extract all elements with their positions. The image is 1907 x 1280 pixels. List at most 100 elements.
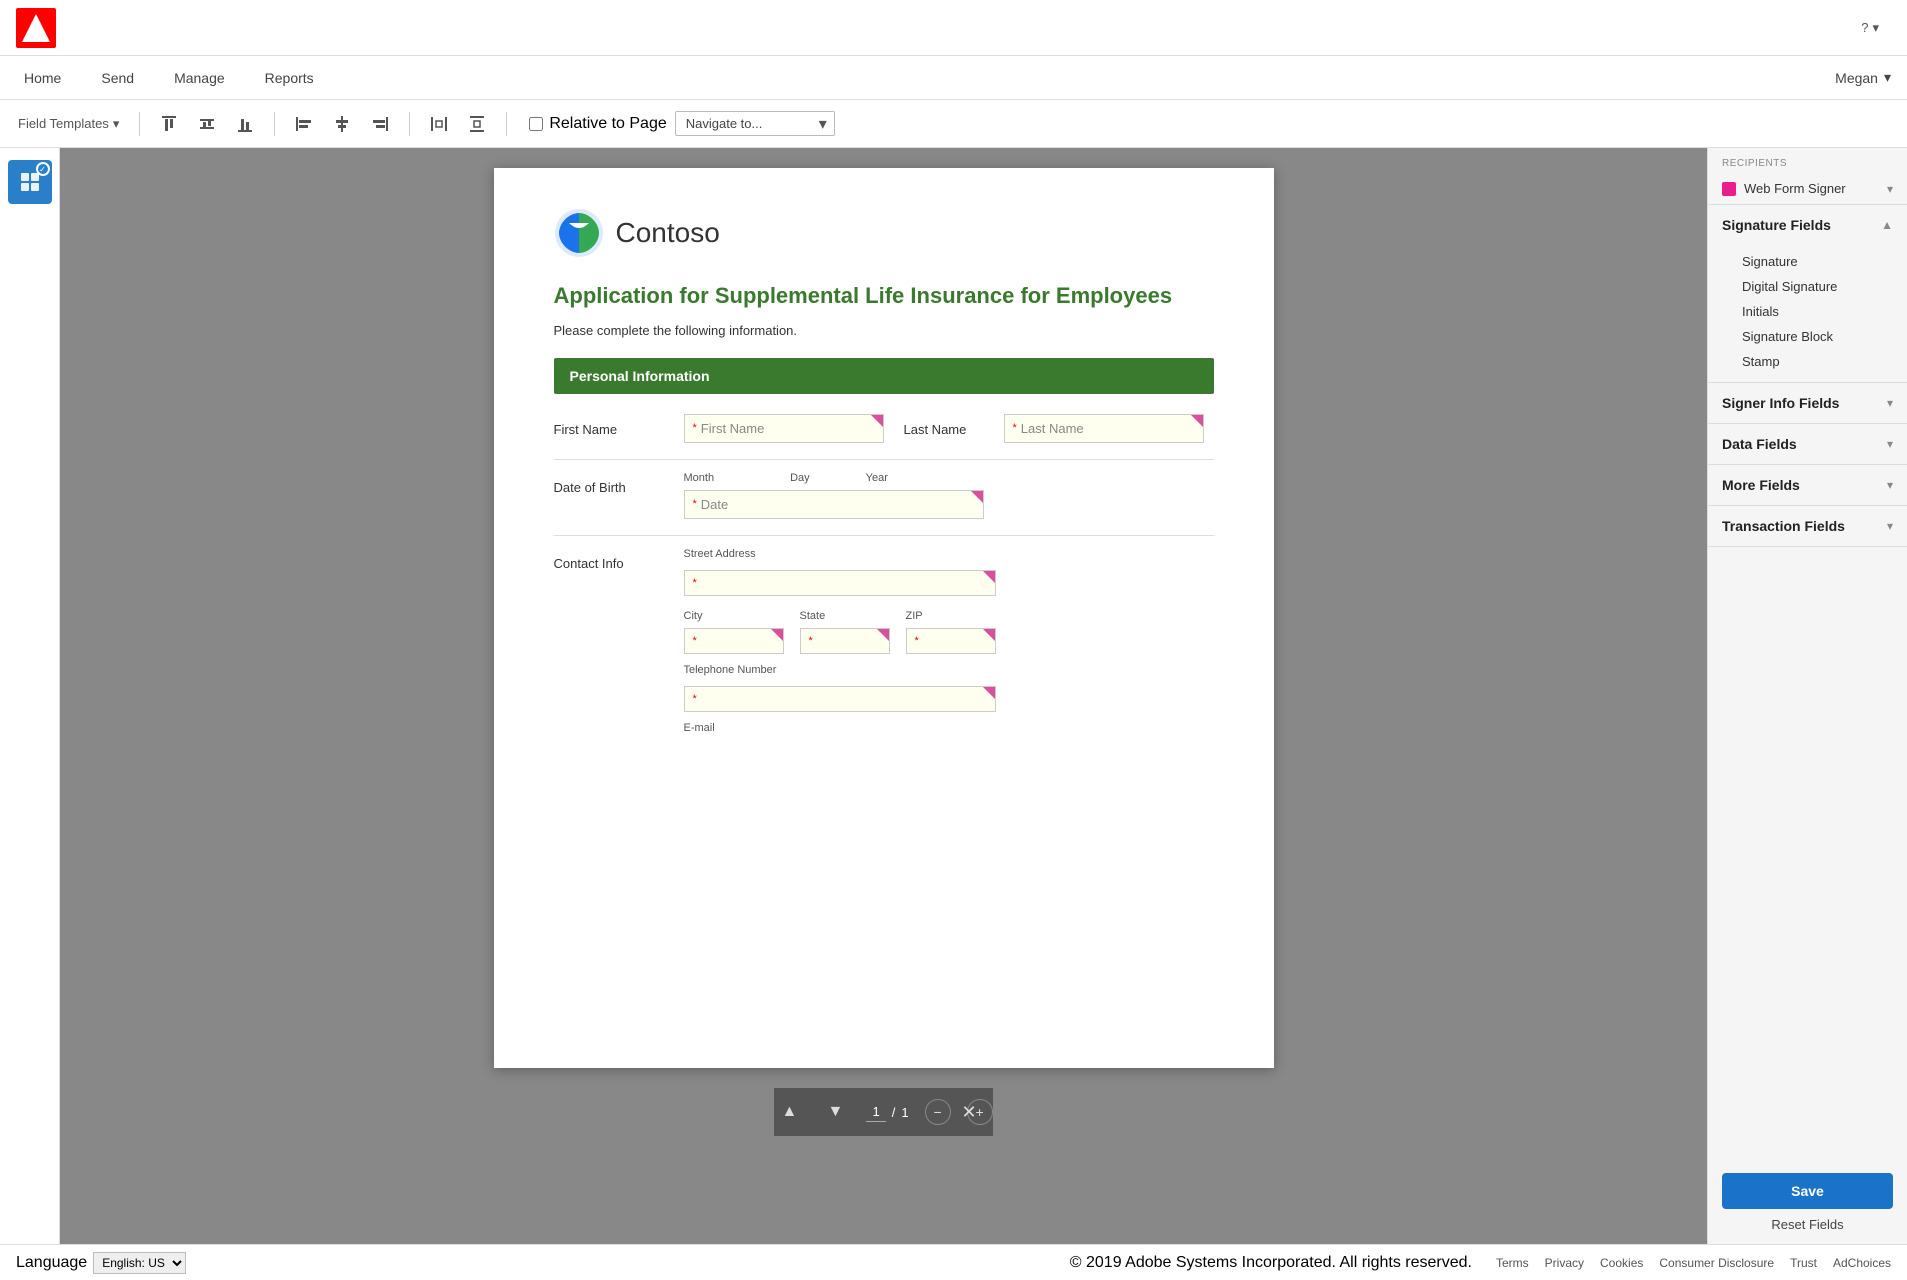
document-page: Contoso Application for Supplemental Lif…	[494, 168, 1274, 1068]
nav-reports[interactable]: Reports	[257, 66, 322, 90]
more-fields-toggle[interactable]: More Fields ▾	[1708, 465, 1907, 505]
dob-label: Date of Birth	[554, 472, 664, 495]
save-area: Save Reset Fields	[1708, 1161, 1907, 1244]
user-name: Megan	[1835, 70, 1878, 86]
date-field[interactable]: * Date	[684, 490, 984, 519]
company-name: Contoso	[616, 217, 720, 249]
current-page[interactable]: 1	[866, 1102, 885, 1122]
user-chevron: ▾	[1884, 69, 1891, 86]
contact-row: Contact Info Street Address * City *	[554, 548, 1214, 734]
form-tool-btn[interactable]: ✓	[8, 160, 52, 204]
privacy-link[interactable]: Privacy	[1545, 1256, 1584, 1270]
relative-to-page-checkbox[interactable]	[529, 117, 543, 131]
zoom-out-btn[interactable]: −	[925, 1099, 951, 1125]
last-name-field[interactable]: * Last Name	[1004, 414, 1204, 443]
transaction-fields-label: Transaction Fields	[1722, 518, 1845, 534]
data-fields-label: Data Fields	[1722, 436, 1797, 452]
copyright-text: © 2019 Adobe Systems Incorporated. All r…	[1070, 1254, 1472, 1272]
recipient-chevron[interactable]: ▾	[1887, 182, 1893, 196]
nav-manage[interactable]: Manage	[166, 66, 233, 90]
nav-send[interactable]: Send	[93, 66, 142, 90]
language-label: Language	[16, 1254, 87, 1272]
city-field[interactable]: *	[684, 628, 784, 654]
trust-link[interactable]: Trust	[1790, 1256, 1817, 1270]
nav-items: Home Send Manage Reports	[16, 66, 322, 90]
street-corner	[983, 571, 995, 583]
signer-info-toggle[interactable]: Signer Info Fields ▾	[1708, 383, 1907, 423]
more-fields-chevron: ▾	[1887, 478, 1893, 492]
recipient-name: Web Form Signer	[1744, 181, 1879, 196]
contact-label: Contact Info	[554, 548, 664, 571]
align-center-h-btn[interactable]	[327, 111, 357, 137]
telephone-field[interactable]: *	[684, 686, 996, 712]
zip-label: ZIP	[906, 610, 923, 622]
bottom-bar: ▲ ▼ 1 / 1 − + ✕	[774, 1088, 992, 1136]
prev-page-btn[interactable]: ▲	[774, 1097, 804, 1127]
signature-block-item[interactable]: Signature Block	[1728, 324, 1907, 349]
digital-signature-item[interactable]: Digital Signature	[1728, 274, 1907, 299]
transaction-fields-toggle[interactable]: Transaction Fields ▾	[1708, 506, 1907, 546]
terms-link[interactable]: Terms	[1496, 1256, 1529, 1270]
align-top-btn[interactable]	[154, 111, 184, 137]
date-required: *	[693, 498, 697, 510]
street-required: *	[693, 577, 697, 589]
divider-4	[506, 112, 507, 136]
last-name-placeholder: Last Name	[1021, 421, 1084, 436]
close-btn[interactable]: ✕	[961, 1102, 976, 1123]
adchoices-link[interactable]: AdChoices	[1833, 1256, 1891, 1270]
first-name-field[interactable]: * First Name	[684, 414, 884, 443]
navigate-dropdown[interactable]: Navigate to...	[675, 111, 835, 136]
signature-items: Signature Digital Signature Initials Sig…	[1708, 245, 1907, 382]
nav-bar: Home Send Manage Reports Megan ▾	[0, 56, 1907, 100]
field-templates-btn[interactable]: Field Templates ▾	[12, 112, 125, 136]
email-label: E-mail	[684, 722, 996, 734]
reset-button[interactable]: Reset Fields	[1722, 1217, 1893, 1232]
zip-group: ZIP *	[906, 606, 996, 654]
divider-2	[274, 112, 275, 136]
data-fields-toggle[interactable]: Data Fields ▾	[1708, 424, 1907, 464]
align-bottom-btn[interactable]	[230, 111, 260, 137]
help-button[interactable]: ? ▾	[1861, 20, 1879, 36]
signature-item[interactable]: Signature	[1728, 249, 1907, 274]
toolbar: Field Templates ▾ Relative to Page Navig…	[0, 100, 1907, 148]
zip-field[interactable]: *	[906, 628, 996, 654]
cookies-link[interactable]: Cookies	[1600, 1256, 1643, 1270]
signature-fields-toggle[interactable]: Signature Fields ▲	[1708, 205, 1907, 245]
distribute-v-btn[interactable]	[462, 111, 492, 137]
data-fields-section: Data Fields ▾	[1708, 424, 1907, 465]
name-fields: * First Name Last Name * Last Name	[684, 414, 1214, 443]
state-field[interactable]: *	[800, 628, 890, 654]
nav-user[interactable]: Megan ▾	[1835, 69, 1891, 86]
footer-right: © 2019 Adobe Systems Incorporated. All r…	[1070, 1254, 1891, 1272]
document-area: Contoso Application for Supplemental Lif…	[60, 148, 1707, 1244]
state-corner	[877, 629, 889, 641]
align-right-btn[interactable]	[365, 111, 395, 137]
recipients-label: RECIPIENTS	[1708, 148, 1907, 173]
language-dropdown[interactable]: English: US	[93, 1252, 186, 1274]
state-group: State *	[800, 606, 890, 654]
first-name-label: First Name	[554, 414, 664, 437]
street-field[interactable]: *	[684, 570, 996, 596]
next-page-btn[interactable]: ▼	[820, 1097, 850, 1127]
page-separator: /	[892, 1105, 896, 1120]
align-center-v-btn[interactable]	[192, 111, 222, 137]
zip-corner	[983, 629, 995, 641]
navigate-dropdown-wrapper: Navigate to...	[675, 111, 835, 136]
dob-row: Date of Birth Month Day Year * Date	[554, 472, 1214, 519]
relative-to-page-area: Relative to Page	[529, 115, 666, 133]
year-label: Year	[866, 472, 888, 484]
nav-home[interactable]: Home	[16, 66, 69, 90]
align-left-btn[interactable]	[289, 111, 319, 137]
consumer-disclosure-link[interactable]: Consumer Disclosure	[1659, 1256, 1774, 1270]
footer: Language English: US © 2019 Adobe System…	[0, 1244, 1907, 1280]
stamp-item[interactable]: Stamp	[1728, 349, 1907, 374]
save-button[interactable]: Save	[1722, 1173, 1893, 1209]
signer-info-label: Signer Info Fields	[1722, 395, 1839, 411]
divider-3	[409, 112, 410, 136]
top-bar: ? ▾	[0, 0, 1907, 56]
distribute-h-btn[interactable]	[424, 111, 454, 137]
footer-links: Terms Privacy Cookies Consumer Disclosur…	[1496, 1256, 1891, 1270]
field-templates-label: Field Templates	[18, 116, 109, 131]
adobe-logo	[16, 8, 56, 48]
initials-item[interactable]: Initials	[1728, 299, 1907, 324]
